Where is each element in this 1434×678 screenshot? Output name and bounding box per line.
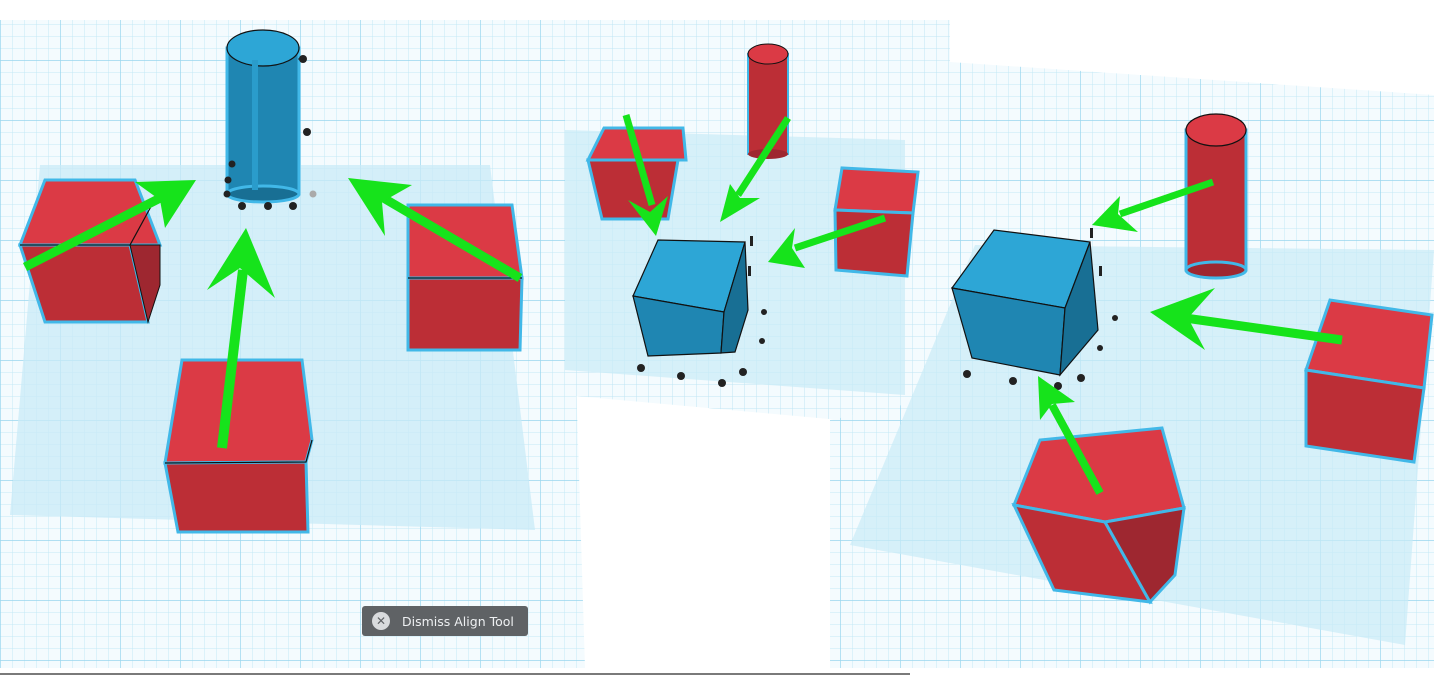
panel-1: [0, 20, 585, 668]
close-icon: ✕: [372, 612, 390, 630]
red-cube[interactable]: [163, 358, 314, 534]
dismiss-align-tool-button[interactable]: ✕ Dismiss Align Tool: [362, 606, 528, 636]
red-cylinder[interactable]: [747, 43, 789, 159]
red-cube[interactable]: [1303, 298, 1434, 464]
workplane-scene: [0, 20, 1434, 668]
red-cylinder[interactable]: [1184, 113, 1248, 280]
panel-2: [565, 20, 950, 420]
blue-cylinder[interactable]: [225, 29, 301, 204]
red-cube[interactable]: [17, 178, 163, 324]
blue-cube[interactable]: [632, 239, 749, 357]
divider: [0, 673, 910, 675]
dismiss-align-tool-label: Dismiss Align Tool: [402, 613, 514, 629]
